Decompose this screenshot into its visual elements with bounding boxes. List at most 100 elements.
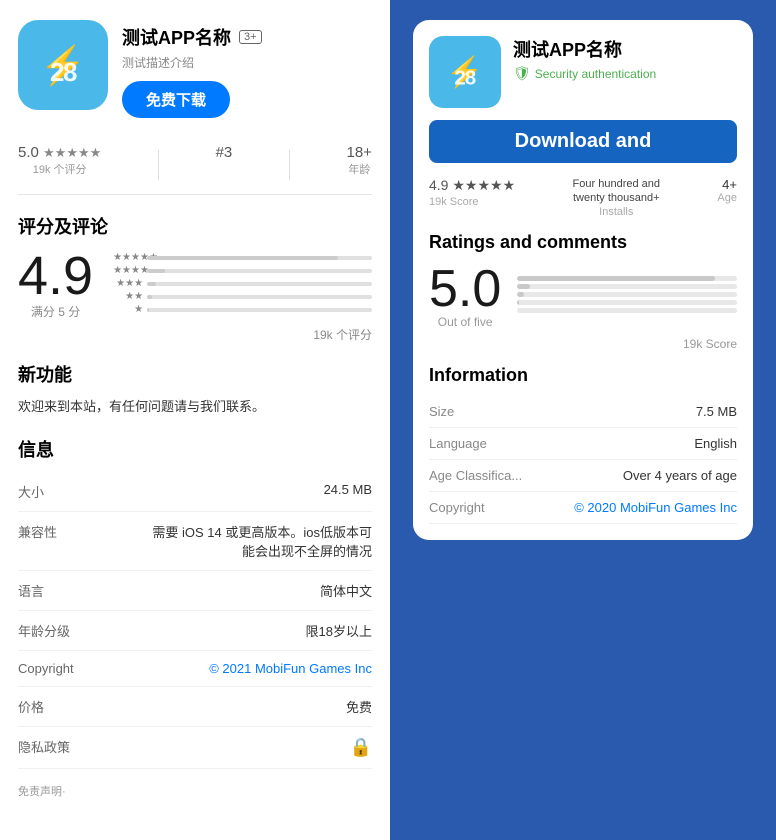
bar-row-1: ★ [113, 304, 372, 315]
right-app-title: 测试APP名称 [513, 36, 737, 62]
stats-row-left: 5.0 ★★★★★ 19k 个评分 #3 18+ 年龄 [18, 134, 372, 195]
bar-row-3: ★★★ [113, 278, 372, 289]
info-key-price: 价格 [18, 697, 78, 716]
info-row-size: 大小 24.5 MB [18, 472, 372, 512]
right-bar-row-4 [517, 284, 737, 289]
stat-rating: 5.0 ★★★★★ 19k 个评分 [18, 144, 101, 177]
ratings-title-right: Ratings and comments [429, 232, 737, 253]
right-info-row-size: Size 7.5 MB [429, 396, 737, 428]
stat-age-value: 18+ [347, 144, 372, 161]
left-panel: ⚡ 28 测试APP名称 3+ 测试描述介绍 免费下载 5.0 ★★★★★ 19… [0, 0, 390, 840]
info-row-price: 价格 免费 [18, 687, 372, 727]
stat-age: 18+ 年龄 [347, 144, 372, 177]
ratings-count-left: 19k 个评分 [18, 326, 372, 343]
right-card: ⚡ 28 测试APP名称 🛡 Security authentication D… [413, 20, 753, 540]
ratings-section-right: 5.0 Out of five [429, 263, 737, 329]
app-header-left: ⚡ 28 测试APP名称 3+ 测试描述介绍 免费下载 [18, 20, 372, 118]
info-key-privacy: 隐私政策 [18, 737, 78, 756]
right-bar-row-1 [517, 308, 737, 313]
bar-row-4: ★★★★ [113, 265, 372, 276]
right-age-label: Age [717, 192, 737, 204]
right-installs-block: Four hundred andtwenty thousand+ Install… [573, 177, 660, 218]
right-installs-label: Installs [573, 206, 660, 218]
big-score-left: 4.9 [18, 249, 93, 303]
app-header-right: ⚡ 28 测试APP名称 🛡 Security authentication [429, 36, 737, 108]
info-val-privacy: 🔒 [350, 737, 372, 758]
security-auth: 🛡 Security authentication [513, 65, 737, 82]
ratings-section-left: 4.9 满分 5 分 ★★★★★ ★★★★ ★★★ ★★ ★ [18, 249, 372, 320]
right-info-val-age: Over 4 years of age [623, 468, 737, 483]
right-info-row-lang: Language English [429, 428, 737, 460]
right-info-val-copyright: © 2020 MobiFun Games Inc [574, 500, 737, 515]
right-big-score: 5.0 [429, 263, 501, 315]
stat-rank-value: #3 [216, 144, 233, 161]
info-row-compat: 兼容性 需要 iOS 14 或更高版本。ios低版本可能会出现不全屏的情况 [18, 512, 372, 571]
info-key-copyright: Copyright [18, 661, 78, 676]
svg-text:28: 28 [455, 67, 476, 90]
info-row-privacy: 隐私政策 🔒 [18, 727, 372, 769]
right-app-info: 测试APP名称 🛡 Security authentication [513, 36, 737, 90]
stats-row-right: 4.9 ★★★★★ 19k Score Four hundred andtwen… [429, 177, 737, 218]
info-row-copyright: Copyright © 2021 MobiFun Games Inc [18, 651, 372, 687]
stat-rating-value: 5.0 ★★★★★ [18, 144, 101, 161]
right-age-value: 4+ [717, 177, 737, 192]
divider-2 [289, 150, 290, 180]
stat-reviews-label: 19k 个评分 [18, 161, 101, 177]
shield-icon: 🛡 [513, 65, 531, 82]
divider-1 [158, 150, 159, 180]
right-panel: ⚡ 28 测试APP名称 🛡 Security authentication D… [390, 0, 776, 840]
bar-row-5: ★★★★★ [113, 252, 372, 263]
right-score-block: 4.9 ★★★★★ 19k Score [429, 177, 515, 208]
stat-rank: #3 [216, 144, 233, 161]
info-val-price: 免费 [346, 697, 372, 716]
right-ratings-count: 19k Score [429, 337, 737, 351]
app-info-left: 测试APP名称 3+ 测试描述介绍 免费下载 [122, 20, 372, 118]
info-key-size: 大小 [18, 482, 78, 501]
info-section-title-left: 信息 [18, 436, 372, 462]
info-val-copyright: © 2021 MobiFun Games Inc [209, 661, 372, 676]
right-bar-row-5 [517, 276, 737, 281]
right-score-label: 19k Score [429, 196, 515, 208]
app-title-left: 测试APP名称 [122, 24, 231, 50]
features-text: 欢迎来到本站，有任何问题请与我们联系。 [18, 397, 372, 418]
app-subtitle-left: 测试描述介绍 [122, 54, 372, 71]
right-info-val-lang: English [694, 436, 737, 451]
stat-age-label: 年龄 [347, 161, 372, 177]
disclaimer: 免责声明· [18, 783, 372, 799]
app-title-row: 测试APP名称 3+ [122, 24, 372, 50]
download-button-left[interactable]: 免费下载 [122, 81, 230, 118]
right-info-val-size: 7.5 MB [696, 404, 737, 419]
app-icon-right: ⚡ 28 [429, 36, 501, 108]
app-icon-left: ⚡ 28 [18, 20, 108, 110]
big-score-block-left: 4.9 满分 5 分 [18, 249, 93, 320]
info-key-age: 年龄分级 [18, 621, 78, 640]
right-installs-value: Four hundred andtwenty thousand+ [573, 177, 660, 206]
info-key-lang: 语言 [18, 581, 78, 600]
right-bar-row-3 [517, 292, 737, 297]
download-button-right[interactable]: Download and [429, 120, 737, 163]
star-bars-left: ★★★★★ ★★★★ ★★★ ★★ ★ [113, 252, 372, 317]
right-info-key-age: Age Classifica... [429, 468, 522, 483]
info-key-compat: 兼容性 [18, 522, 78, 541]
ratings-section-title-left: 评分及评论 [18, 213, 372, 239]
right-info-key-size: Size [429, 404, 454, 419]
right-score-stars: 4.9 ★★★★★ [429, 177, 515, 194]
right-info-row-copyright: Copyright © 2020 MobiFun Games Inc [429, 492, 737, 524]
right-bar-row-2 [517, 300, 737, 305]
right-info-row-age: Age Classifica... Over 4 years of age [429, 460, 737, 492]
info-row-age: 年龄分级 限18岁以上 [18, 611, 372, 651]
right-info-key-copyright: Copyright [429, 500, 485, 515]
info-row-lang: 语言 简体中文 [18, 571, 372, 611]
right-big-score-block: 5.0 Out of five [429, 263, 501, 329]
info-val-lang: 简体中文 [320, 581, 372, 600]
right-age-block: 4+ Age [717, 177, 737, 204]
new-features-title: 新功能 [18, 361, 372, 387]
right-info-key-lang: Language [429, 436, 487, 451]
info-val-compat: 需要 iOS 14 或更高版本。ios低版本可能会出现不全屏的情况 [152, 522, 372, 560]
right-bars [517, 276, 737, 316]
svg-text:28: 28 [50, 59, 77, 87]
right-score-sub: Out of five [429, 315, 501, 329]
age-badge-left: 3+ [239, 30, 262, 44]
info-val-age: 限18岁以上 [306, 621, 372, 640]
bar-row-2: ★★ [113, 291, 372, 302]
